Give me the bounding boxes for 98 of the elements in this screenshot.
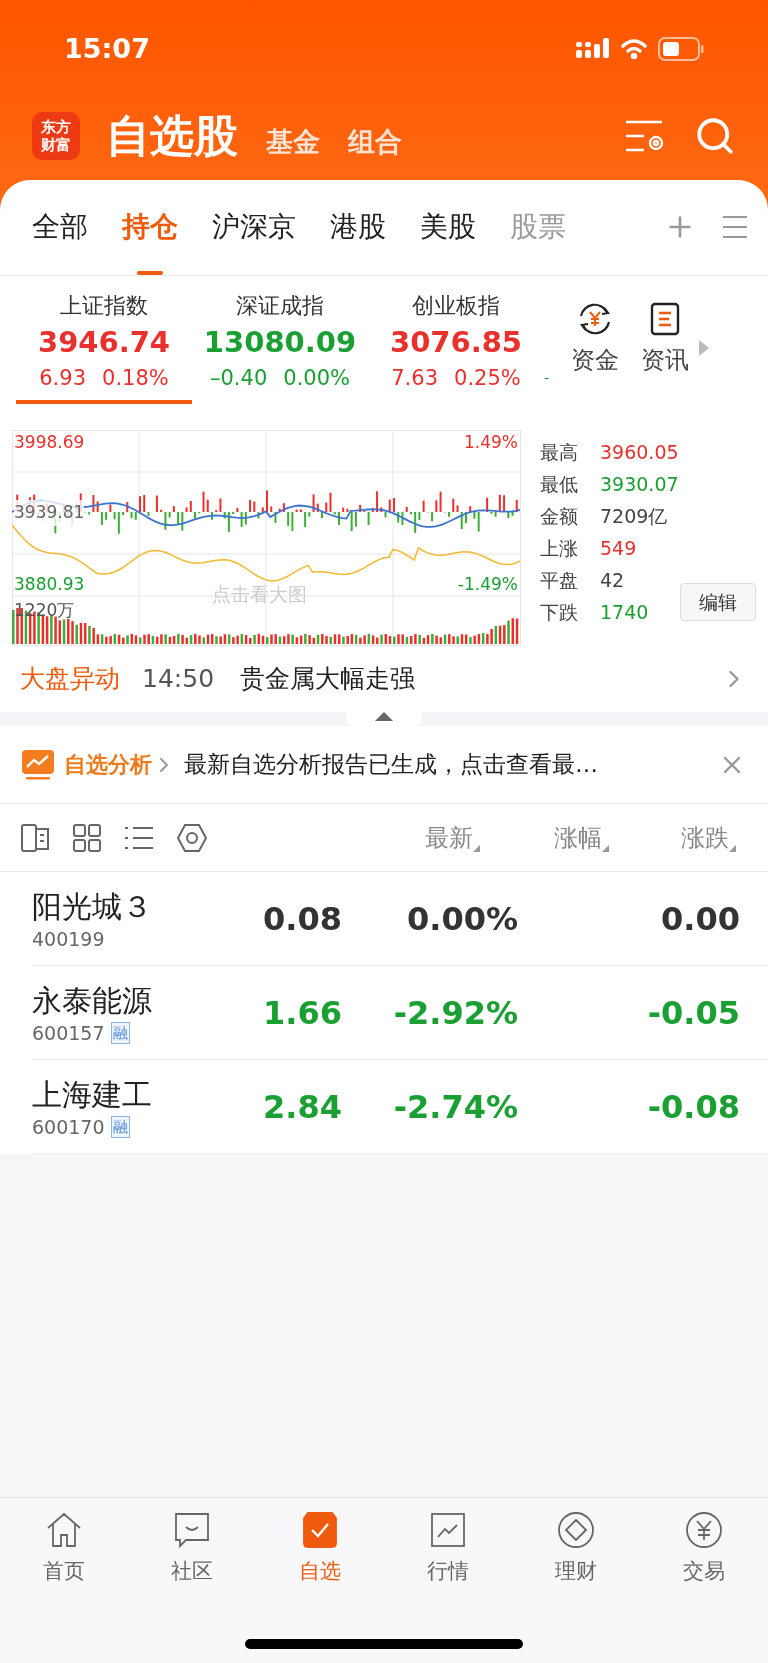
sort-icon <box>729 844 736 852</box>
stat-label: 下跌 <box>540 599 579 625</box>
nav-tab[interactable]: 社区 <box>142 1510 242 1588</box>
tab[interactable]: 全部 <box>20 179 100 275</box>
nav-tab[interactable]: 行情 <box>398 1510 498 1588</box>
stock-row[interactable]: 上海建工 600170 融 2.84 -2.74% -0.08 <box>32 1060 768 1154</box>
stat-value: 1740 <box>600 599 649 625</box>
device-icon[interactable] <box>20 822 52 853</box>
index-change: 6.93 <box>39 365 86 392</box>
nav-tab[interactable]: 理财 <box>526 1510 626 1588</box>
chat-bubble-icon <box>172 1510 212 1550</box>
document-icon <box>650 302 681 336</box>
stat-label: 金额 <box>540 503 579 529</box>
shortcut-label[interactable]: 资金 <box>571 342 620 378</box>
margin-tag: 融 <box>110 1021 130 1044</box>
axis-label: 3939.81 <box>14 500 85 526</box>
stat-label: 最低 <box>540 471 579 497</box>
index-card[interactable]: 创业板指 3076.85 7.63 0.25% <box>368 290 544 404</box>
stock-name: 阳光城３ <box>32 887 153 926</box>
battery-icon <box>658 37 704 61</box>
stat-value: 7209亿 <box>600 503 668 529</box>
index-change: 7.63 <box>391 365 438 392</box>
column-header[interactable]: 涨幅 <box>554 819 609 856</box>
page-title: 自选股 <box>106 109 238 163</box>
analysis-label: 自选分析 <box>64 751 152 779</box>
volume-label: 1220万 <box>14 599 75 622</box>
edit-button[interactable]: 编辑 <box>680 583 756 621</box>
stock-name: 上海建工 <box>32 1075 153 1114</box>
search-icon[interactable] <box>694 115 736 157</box>
index-card[interactable]: 上证指数 3946.74 6.93 0.18% <box>16 290 192 404</box>
tab[interactable]: 港股 <box>318 179 398 275</box>
axis-label: 3880.93 <box>14 573 85 596</box>
analysis-banner[interactable]: 自选分析 最新自选分析报告已生成，点击查看最… <box>0 726 768 804</box>
app-logo: 东方财富 <box>32 112 80 160</box>
sort-icon <box>473 844 480 852</box>
column-header[interactable]: 涨跌 <box>681 819 736 856</box>
index-card[interactable]: 深证成指 13080.09 –0.40 0.00% <box>192 290 368 404</box>
change-amount: 0.00 <box>660 898 740 940</box>
market-alert-row[interactable]: 大盘异动 14:50 贵金属大幅走强 <box>0 646 768 712</box>
axis-label: 1.49% <box>464 431 518 454</box>
latest-price: 2.84 <box>262 1086 342 1128</box>
change-percent: -2.74% <box>392 1086 518 1128</box>
yen-icon <box>684 1510 724 1550</box>
caret-right-icon[interactable] <box>699 340 710 356</box>
axis-label: -1.49% <box>457 573 518 596</box>
latest-price: 1.66 <box>262 992 342 1034</box>
stat-label: 最高 <box>540 439 579 465</box>
index-percent: 0.25% <box>454 365 521 392</box>
stock-name: 永泰能源 <box>32 981 153 1020</box>
nav-tab[interactable]: 交易 <box>654 1510 754 1588</box>
signal-icon <box>576 38 610 60</box>
stock-row[interactable]: 永泰能源 600157 融 1.66 -2.92% -0.05 <box>32 966 768 1060</box>
change-percent: 0.00% <box>406 898 518 940</box>
sort-icon <box>602 844 609 852</box>
analysis-text: 最新自选分析报告已生成，点击查看最… <box>184 750 598 780</box>
change-amount: -0.08 <box>646 1086 740 1128</box>
shortcut-label[interactable]: 资讯 <box>641 342 690 378</box>
alert-text: 贵金属大幅走强 <box>240 663 416 696</box>
axis-label: 3998.69 <box>14 431 85 454</box>
nav-tab[interactable]: 首页 <box>14 1510 114 1588</box>
stat-value: 42 <box>600 567 625 593</box>
stat-label: 上涨 <box>540 535 579 561</box>
margin-tag: 融 <box>110 1115 130 1138</box>
list-icon[interactable] <box>124 824 154 851</box>
alert-label: 大盘异动 <box>20 663 120 696</box>
change-amount: -0.05 <box>646 992 740 1034</box>
latest-price: 0.08 <box>262 898 342 940</box>
stat-value: 3960.05 <box>600 439 679 465</box>
stock-code: 400199 <box>32 926 105 951</box>
wifi-icon <box>620 38 648 60</box>
hexagon-icon[interactable] <box>176 822 208 853</box>
index-name: 上证指数 <box>60 292 148 320</box>
change-percent: -2.92% <box>392 992 518 1034</box>
index-percent: 0.00% <box>283 365 350 392</box>
stat-label: 平盘 <box>540 567 579 593</box>
index-change: –0.40 <box>210 365 268 392</box>
index-name: 深证成指 <box>236 292 324 320</box>
menu-icon[interactable] <box>722 215 748 239</box>
alert-time: 14:50 <box>142 663 215 696</box>
index-name: 创业板指 <box>412 292 500 320</box>
status-time: 15:07 <box>64 31 150 66</box>
index-value: 3946.74 <box>37 324 171 361</box>
line-chart-icon <box>428 1510 468 1550</box>
stat-value: 3930.07 <box>600 471 679 497</box>
tab[interactable]: 沪深京 <box>200 179 308 275</box>
index-value: 13080.09 <box>203 324 357 361</box>
column-header[interactable]: 最新 <box>425 819 480 856</box>
stock-code: 600157 <box>32 1020 105 1045</box>
index-value: 3076.85 <box>389 324 523 361</box>
tab[interactable]: 美股 <box>408 179 488 275</box>
stock-code: 600170 <box>32 1114 105 1139</box>
grid-icon[interactable] <box>72 822 102 853</box>
check-box-icon <box>300 1510 340 1550</box>
trend-chart-icon <box>22 749 54 780</box>
index-more: - <box>544 369 550 388</box>
index-percent: 0.18% <box>102 365 169 392</box>
stat-value: 549 <box>600 535 637 561</box>
stock-row[interactable]: 阳光城３ 400199 0.08 0.00% 0.00 <box>32 872 768 966</box>
